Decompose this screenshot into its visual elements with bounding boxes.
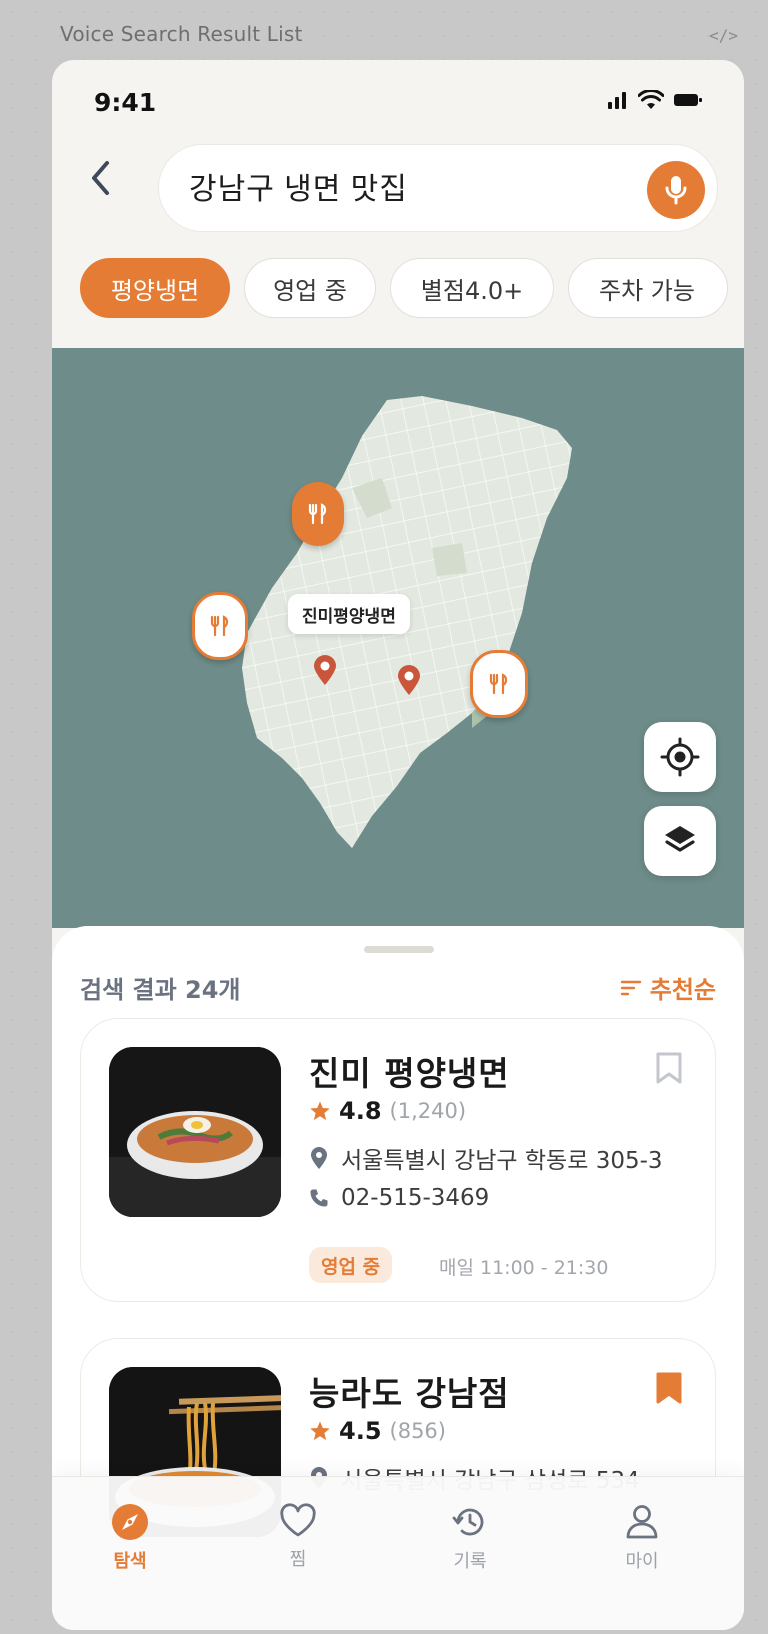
wifi-icon [638, 90, 664, 109]
sort-label: 추천순 [649, 976, 716, 1004]
signal-icon [608, 92, 626, 109]
phone-screen: 9:41 강남구 냉면 맛집 평양냉면 영업 중 별점4.0+ 주차 가능 진미… [52, 60, 744, 1630]
bookmark-icon[interactable] [655, 1051, 683, 1085]
star-icon [310, 1421, 330, 1440]
rating-row: 4.5 (856) [309, 1417, 446, 1445]
restaurant-marker[interactable] [192, 592, 248, 660]
layers-icon [665, 826, 695, 852]
back-button[interactable] [80, 158, 120, 198]
sort-icon [620, 980, 641, 995]
bottom-tab-bar: 탐색 찜 기록 마이 [52, 1476, 744, 1630]
sort-button[interactable]: 추천순 [620, 970, 716, 1005]
filter-chips: 평양냉면 영업 중 별점4.0+ 주차 가능 [80, 258, 744, 320]
chip-rating-4plus[interactable]: 별점4.0+ [390, 258, 554, 318]
frame-title: Voice Search Result List [60, 22, 303, 46]
microphone-icon [665, 176, 687, 205]
fork-knife-icon [308, 503, 327, 525]
location-icon [311, 1147, 327, 1169]
chip-pyeongyang-naengmyeon[interactable]: 평양냉면 [80, 258, 230, 318]
tab-history[interactable]: 기록 [420, 1503, 520, 1573]
code-icon[interactable]: </> [709, 26, 738, 45]
tab-explore[interactable]: 탐색 [80, 1503, 180, 1573]
bookmark-filled-icon[interactable] [655, 1371, 683, 1405]
location-pin-icon[interactable] [396, 664, 422, 696]
restaurant-marker[interactable] [292, 482, 344, 546]
compass-icon [112, 1504, 148, 1540]
status-icons [606, 90, 702, 110]
map-land [242, 396, 572, 848]
status-time: 9:41 [94, 88, 157, 117]
restaurant-name: 진미 평양냉면 [309, 1054, 510, 1093]
result-count: 검색 결과 24개 [80, 976, 241, 1004]
phone-text: 02-515-3469 [341, 1185, 490, 1211]
map-layers-button[interactable] [644, 806, 716, 876]
restaurant-photo [109, 1047, 281, 1217]
tab-favorites[interactable]: 찜 [248, 1503, 348, 1571]
status-bar: 9:41 [52, 60, 744, 150]
tab-label: 탐색 [113, 1551, 147, 1572]
sheet-handle[interactable] [364, 946, 434, 953]
rating-row: 4.8 (1,240) [309, 1097, 466, 1125]
status-badge: 영업 중 [309, 1247, 393, 1283]
crosshair-icon [660, 737, 700, 777]
tab-label: 찜 [289, 1549, 307, 1570]
history-icon [452, 1508, 484, 1536]
heart-icon [280, 1503, 316, 1537]
map-view[interactable]: 진미평양냉면 [52, 348, 744, 928]
chevron-left-icon [92, 161, 109, 195]
tab-label: 기록 [453, 1551, 487, 1572]
chip-open-now[interactable]: 영업 중 [244, 258, 376, 318]
review-count: (1,240) [389, 1099, 467, 1123]
phone-row[interactable]: 02-515-3469 [309, 1185, 489, 1211]
restaurant-marker[interactable] [470, 650, 528, 718]
tab-label: 마이 [625, 1551, 659, 1572]
tab-my[interactable]: 마이 [592, 1503, 692, 1573]
chip-parking[interactable]: 주차 가능 [568, 258, 728, 318]
mic-button[interactable] [647, 161, 705, 219]
restaurant-name: 능라도 강남점 [309, 1374, 510, 1413]
search-bar[interactable] [158, 144, 718, 232]
restaurant-card[interactable]: 진미 평양냉면 4.8 (1,240) 서울특별시 강남구 학동로 305-3 [80, 1018, 716, 1302]
phone-icon [310, 1189, 328, 1207]
location-pin-icon[interactable] [312, 654, 338, 686]
rating-value: 4.5 [339, 1417, 382, 1445]
rating-value: 4.8 [339, 1097, 382, 1125]
fork-knife-icon [210, 615, 229, 637]
my-location-button[interactable] [644, 722, 716, 792]
user-icon [626, 1505, 658, 1539]
address-row: 서울특별시 강남구 학동로 305-3 [309, 1141, 663, 1175]
map-place-label[interactable]: 진미평양냉면 [288, 594, 410, 634]
battery-icon [674, 94, 702, 106]
review-count: (856) [389, 1419, 446, 1443]
hours-text: 매일 11:00 - 21:30 [439, 1257, 609, 1279]
star-icon [310, 1101, 330, 1120]
search-input[interactable] [189, 169, 609, 203]
address-text: 서울특별시 강남구 학동로 305-3 [341, 1148, 663, 1174]
fork-knife-icon [489, 673, 508, 695]
